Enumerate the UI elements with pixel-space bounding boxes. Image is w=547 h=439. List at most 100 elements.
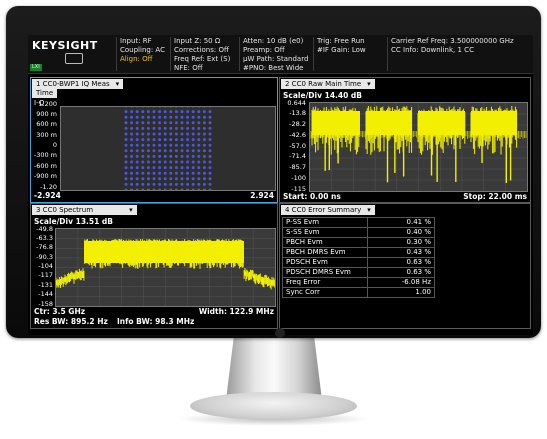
constellation-plot[interactable] xyxy=(60,104,276,192)
corrections-status[interactable]: Corrections: Off xyxy=(174,46,229,54)
constellation-point xyxy=(169,110,173,114)
constellation-point xyxy=(169,138,173,142)
pno-status[interactable]: #PNO: Best Wide xyxy=(243,64,303,72)
constellation-point xyxy=(152,126,156,130)
iq-meas-panel[interactable]: 1 CC0-BWP1 IQ Meas ▾ Time I-Q 1.200 900 m6… xyxy=(30,77,278,203)
chevron-down-icon[interactable]: ▾ xyxy=(367,206,371,214)
monitor-stand-base xyxy=(190,392,357,420)
panel-3-title[interactable]: 3 CC0 Spectrum ▾ xyxy=(32,205,137,215)
constellation-point xyxy=(208,115,212,119)
constellation-point xyxy=(135,115,139,119)
constellation-point xyxy=(180,182,184,186)
constellation-point xyxy=(202,126,206,130)
constellation-point xyxy=(197,160,201,164)
constellation-point xyxy=(158,166,162,170)
constellation-point xyxy=(169,126,173,130)
coupling-status[interactable]: Coupling: AC xyxy=(120,46,165,54)
constellation-point xyxy=(124,166,128,170)
constellation-point xyxy=(152,171,156,175)
raw-main-time-panel[interactable]: 2 CC0 Raw Main Time ▾ Scale/Div 14.40 dB … xyxy=(279,77,531,203)
uw-path-status[interactable]: µW Path: Standard xyxy=(243,55,308,63)
error-summary-table: P-SS Evm 0.41 % S-SS Evm 0.40 % PBCH Evm 0.30… xyxy=(282,217,435,298)
constellation-point xyxy=(158,121,162,125)
error-summary-panel[interactable]: 4 CC0 Error Summary ▾ P-SS Evm 0.41 % S-SS … xyxy=(279,203,531,329)
y-tick-label: 0.644 xyxy=(287,98,306,107)
constellation-point xyxy=(186,115,190,119)
constellation-point xyxy=(141,110,145,114)
constellation-point xyxy=(202,143,206,147)
constellation-point xyxy=(169,154,173,158)
constellation-point xyxy=(180,160,184,164)
constellation-point xyxy=(208,121,212,125)
info-bw-label: Info BW: 98.3 MHz xyxy=(117,317,195,326)
constellation-point xyxy=(146,132,150,136)
atten-status[interactable]: Atten: 10 dB (e0) xyxy=(243,37,303,45)
trig-status[interactable]: Trig: Free Run xyxy=(317,37,365,45)
chevron-down-icon[interactable]: ▾ xyxy=(129,206,133,214)
constellation-point xyxy=(146,188,150,192)
start-label: Start: 0.00 ns xyxy=(283,192,341,201)
metric-value: 0.30 % xyxy=(367,237,435,248)
carrier-ref-status[interactable]: Carrier Ref Freq: 3.500000000 GHz xyxy=(391,37,514,45)
constellation-point xyxy=(130,166,134,170)
metric-label: S-SS Evm xyxy=(282,227,368,238)
constellation-point xyxy=(197,166,201,170)
screen-share-icon[interactable] xyxy=(65,53,83,64)
constellation-point xyxy=(202,171,206,175)
constellation-point xyxy=(124,188,128,192)
constellation-point xyxy=(180,115,184,119)
y-tick-label: -300 m xyxy=(33,151,57,160)
constellation-point xyxy=(124,182,128,186)
stop-label: Stop: 22.00 ms xyxy=(463,192,527,201)
panel-1-title-line2: Time xyxy=(32,89,58,98)
constellation-point xyxy=(158,154,162,158)
chevron-down-icon[interactable]: ▾ xyxy=(367,80,371,88)
constellation-point xyxy=(146,154,150,158)
constellation-point xyxy=(180,166,184,170)
panel-2-title[interactable]: 2 CC0 Raw Main Time ▾ xyxy=(281,79,375,89)
panel-4-title[interactable]: 4 CC0 Error Summary ▾ xyxy=(281,205,375,215)
constellation-point xyxy=(186,188,190,192)
input-z-status[interactable]: Input Z: 50 Ω xyxy=(174,37,220,45)
constellation-point xyxy=(202,121,206,125)
constellation-point xyxy=(163,132,167,136)
constellation-point xyxy=(208,149,212,153)
constellation-point xyxy=(163,121,167,125)
chevron-down-icon[interactable]: ▾ xyxy=(116,80,120,88)
constellation-point xyxy=(141,166,145,170)
if-gain-status[interactable]: #IF Gain: Low xyxy=(317,46,366,54)
constellation-point xyxy=(174,182,178,186)
constellation-point xyxy=(202,166,206,170)
constellation-point xyxy=(130,182,134,186)
spectrum-panel[interactable]: 3 CC0 Spectrum ▾ Scale/Div 13.51 dB -49.8… xyxy=(30,203,278,329)
constellation-point xyxy=(186,126,190,130)
constellation-point xyxy=(180,171,184,175)
constellation-point xyxy=(141,138,145,142)
constellation-point xyxy=(186,160,190,164)
constellation-point xyxy=(146,182,150,186)
metric-label: Freq Error xyxy=(282,277,368,288)
constellation-point xyxy=(163,126,167,130)
constellation-point xyxy=(208,160,212,164)
constellation-point xyxy=(186,110,190,114)
spectrum-svg xyxy=(55,229,276,306)
input-status[interactable]: Input: RF xyxy=(120,37,152,45)
preamp-status[interactable]: Preamp: Off xyxy=(243,46,285,54)
constellation-point xyxy=(169,177,173,181)
constellation-point xyxy=(158,138,162,142)
constellation-point xyxy=(141,115,145,119)
constellation-point xyxy=(180,110,184,114)
freq-ref-status[interactable]: Freq Ref: Ext (S) xyxy=(174,55,230,63)
constellation-point xyxy=(180,121,184,125)
constellation-point xyxy=(130,149,134,153)
nfe-status[interactable]: NFE: Off xyxy=(174,64,203,72)
constellation-point xyxy=(180,154,184,158)
divider xyxy=(239,37,240,71)
panel-1-title[interactable]: 1 CC0-BWP1 IQ Meas ▾ xyxy=(32,79,124,89)
constellation-point xyxy=(197,182,201,186)
spectrum-plot[interactable] xyxy=(55,228,276,307)
cc-info-status[interactable]: CC Info: Downlink, 1 CC xyxy=(391,46,474,54)
constellation-point xyxy=(191,121,195,125)
align-status[interactable]: Align: Off xyxy=(120,55,152,63)
time-trace-plot[interactable] xyxy=(309,102,528,192)
